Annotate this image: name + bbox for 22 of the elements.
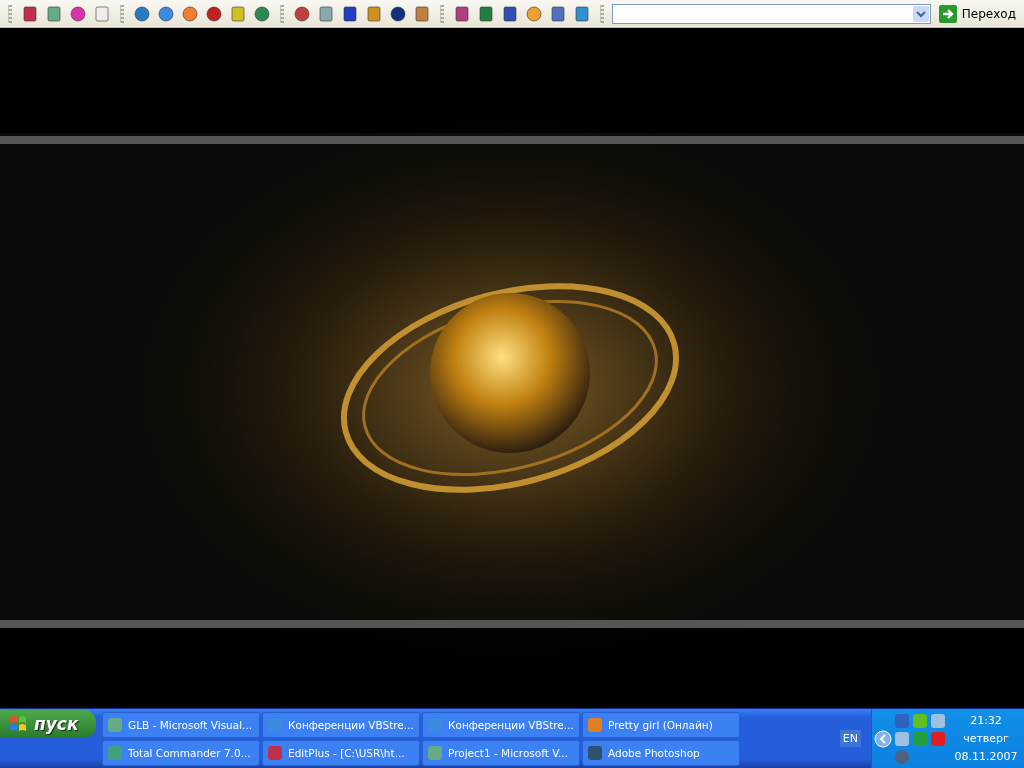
address-field[interactable] <box>612 3 931 24</box>
clock-date: 08.11.2007 <box>954 748 1018 765</box>
clock-weekday: четверг <box>963 730 1009 747</box>
toolbar-grip[interactable] <box>600 4 604 23</box>
toolbar-grip[interactable] <box>8 4 12 23</box>
go-button[interactable]: Переход <box>934 2 1020 25</box>
taskbar-button[interactable]: Total Commander 7.0... <box>102 739 260 766</box>
taskbar-button[interactable]: GLB - Microsoft Visual... <box>102 711 260 738</box>
toolbar-grip[interactable] <box>120 4 124 23</box>
taskbar-button[interactable]: Конференции VBStre... <box>262 711 420 738</box>
taskbar-button[interactable]: Adobe Photoshop <box>582 739 740 766</box>
start-button[interactable]: пуск <box>0 710 96 738</box>
taskbar-button[interactable]: EditPlus - [C:\USR\ht... <box>262 739 420 766</box>
chevron-icon[interactable] <box>874 729 892 748</box>
language-indicator[interactable]: EN <box>839 730 861 747</box>
clock-time: 21:32 <box>970 712 1002 729</box>
taskbar-button[interactable]: Pretty girl (Онлайн) <box>582 711 740 738</box>
taskbar-button[interactable]: Project1 - Microsoft V... <box>422 739 580 766</box>
flag-icon <box>8 714 28 734</box>
toolbar-grip[interactable] <box>440 4 444 23</box>
toolbar-grip[interactable] <box>280 4 284 23</box>
taskbar-button[interactable]: Конференции VBStre... <box>422 711 580 738</box>
